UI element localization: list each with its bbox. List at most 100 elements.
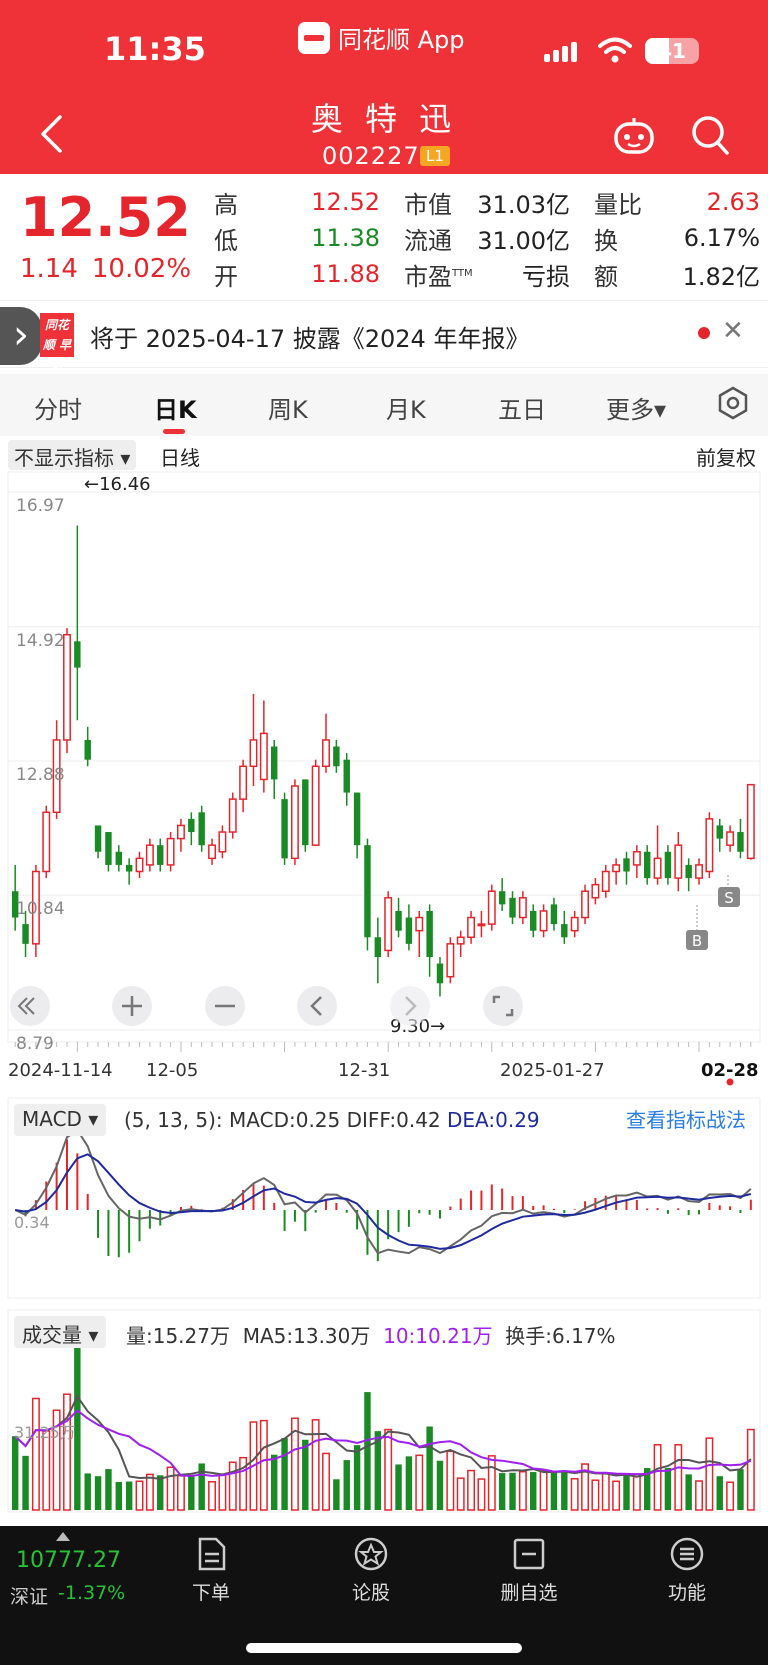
robot-assistant-icon[interactable] bbox=[612, 116, 656, 156]
volume-bar bbox=[364, 1392, 371, 1510]
volume-selector[interactable]: 成交量 ▾ bbox=[14, 1316, 107, 1348]
volume-bar bbox=[166, 1466, 175, 1511]
quote-value: 11.38 bbox=[311, 224, 380, 252]
candle-body bbox=[664, 851, 672, 879]
fullscreen-button[interactable] bbox=[483, 986, 523, 1026]
volume-bar bbox=[623, 1474, 630, 1510]
turnover-value: 换手:6.17% bbox=[505, 1324, 616, 1348]
macd-readout: (5, 13, 5): MACD:0.25 DIFF:0.42 DEA:0.29 bbox=[124, 1108, 540, 1132]
quote-value: 1.82亿 bbox=[682, 262, 760, 291]
announcement-bar[interactable]: › 同花顺 早讲 将于 2025-04-17 披露《2024 年年报》 bbox=[0, 300, 768, 372]
volume-bar bbox=[456, 1477, 465, 1511]
functions-label: 功能 bbox=[667, 1582, 706, 1604]
app-indicator[interactable]: 同花顺 App bbox=[298, 20, 465, 55]
tab-five-day[interactable]: 五日 bbox=[498, 390, 546, 425]
latest-date-dot bbox=[726, 1078, 734, 1086]
volume-bar bbox=[518, 1470, 527, 1511]
tab-daily[interactable]: 日K bbox=[154, 390, 197, 425]
candle-body bbox=[695, 864, 703, 879]
volume-bar bbox=[632, 1473, 641, 1511]
quote-label: 流通 bbox=[404, 226, 452, 255]
discuss-button[interactable]: 论股 bbox=[326, 1536, 416, 1605]
candle-body bbox=[539, 910, 548, 932]
home-indicator bbox=[246, 1643, 522, 1653]
quote-value: 11.88 bbox=[311, 260, 380, 288]
macd-dea-line bbox=[15, 1153, 752, 1250]
tab-monthly[interactable]: 月K bbox=[386, 390, 426, 425]
quote-col-3: 量比 2.63 换 6.17% 额 1.82亿 bbox=[594, 184, 760, 292]
volume-bars bbox=[11, 1348, 755, 1511]
volume-bar bbox=[198, 1463, 205, 1510]
notice-badge: 同花顺 早讲 bbox=[40, 313, 74, 372]
tab-weekly[interactable]: 周K bbox=[268, 390, 308, 425]
candle-body bbox=[726, 831, 735, 846]
candle-body bbox=[456, 936, 465, 945]
kline-chart[interactable]: 16.9714.9212.8810.848.79 ←16.46 9.30→ S … bbox=[0, 470, 768, 1520]
quote-label: 高 bbox=[214, 190, 238, 219]
x-tick-label: 02-28 bbox=[701, 1060, 759, 1081]
candle-body bbox=[290, 785, 299, 860]
candle-body bbox=[322, 739, 330, 768]
candle-body bbox=[509, 897, 516, 918]
index-value[interactable]: 10777.27 bbox=[16, 1548, 121, 1573]
scroll-left-button[interactable] bbox=[297, 986, 337, 1026]
candle-body bbox=[446, 943, 455, 978]
volume-bar bbox=[746, 1428, 755, 1511]
volume-bar bbox=[426, 1426, 433, 1510]
candle-body bbox=[364, 845, 371, 938]
remove-watchlist-label: 删自选 bbox=[500, 1582, 558, 1604]
macd-histogram bbox=[24, 1139, 752, 1262]
app-name: 同花顺 App bbox=[338, 26, 465, 54]
volume-bar bbox=[145, 1473, 154, 1511]
discuss-label: 论股 bbox=[351, 1582, 390, 1604]
expand-chevron-icon[interactable]: › bbox=[0, 307, 42, 365]
candle-body bbox=[84, 739, 91, 760]
candle-body bbox=[477, 923, 486, 927]
change-percent: 10.02% bbox=[91, 254, 192, 284]
adjust-mode[interactable]: 前复权 bbox=[696, 442, 756, 471]
candle-body bbox=[333, 746, 340, 767]
remove-icon bbox=[513, 1538, 545, 1570]
volume-bar bbox=[415, 1454, 424, 1511]
tab-more[interactable]: 更多▾ bbox=[606, 390, 666, 425]
volume-bar bbox=[539, 1470, 548, 1511]
max-price-label: ←16.46 bbox=[84, 474, 151, 495]
volume-bar bbox=[115, 1482, 123, 1510]
remove-watchlist-button[interactable]: 删自选 bbox=[484, 1536, 574, 1605]
volume-bar bbox=[259, 1419, 268, 1511]
current-price: 12.52 bbox=[20, 186, 191, 249]
volume-bar bbox=[218, 1474, 227, 1511]
volume-bar bbox=[446, 1450, 455, 1511]
volume-bar bbox=[716, 1476, 723, 1510]
candle-body bbox=[487, 890, 496, 925]
change-amount: 1.14 bbox=[20, 254, 78, 284]
notice-text: 将于 2025-04-17 披露《2024 年年报》 bbox=[90, 325, 530, 353]
quote-value: 12.52 bbox=[311, 188, 380, 216]
candle-body bbox=[746, 783, 755, 860]
document-icon bbox=[198, 1537, 226, 1571]
search-icon[interactable] bbox=[690, 114, 730, 156]
indicator-selector[interactable]: 不显示指标 ▾ bbox=[8, 440, 137, 470]
scroll-right-button[interactable] bbox=[390, 986, 430, 1026]
tab-intraday[interactable]: 分时 bbox=[34, 390, 82, 425]
volume-bar bbox=[509, 1472, 516, 1510]
candle-body bbox=[218, 831, 227, 853]
candle-body bbox=[228, 798, 237, 833]
macd-selector[interactable]: MACD ▾ bbox=[14, 1104, 107, 1136]
close-icon[interactable]: ✕ bbox=[722, 316, 744, 346]
menu-icon bbox=[670, 1537, 704, 1571]
indicator-strategy-link[interactable]: 查看指标战法 bbox=[626, 1104, 746, 1133]
quote-label: 市值 bbox=[404, 190, 452, 219]
volume-bar bbox=[737, 1469, 744, 1510]
order-button[interactable]: 下单 bbox=[166, 1536, 256, 1605]
volume-axis-label: 31.25万 bbox=[14, 1423, 76, 1442]
functions-button[interactable]: 功能 bbox=[642, 1536, 732, 1605]
chart-settings-icon[interactable] bbox=[716, 386, 750, 420]
candle-body bbox=[208, 844, 217, 860]
candle-body bbox=[74, 641, 81, 668]
collapse-left-button[interactable] bbox=[10, 986, 50, 1026]
active-tab-indicator bbox=[163, 429, 185, 434]
expand-up-icon[interactable] bbox=[56, 1532, 70, 1541]
battery-icon: 41 bbox=[645, 38, 699, 64]
candle-body bbox=[591, 883, 600, 899]
